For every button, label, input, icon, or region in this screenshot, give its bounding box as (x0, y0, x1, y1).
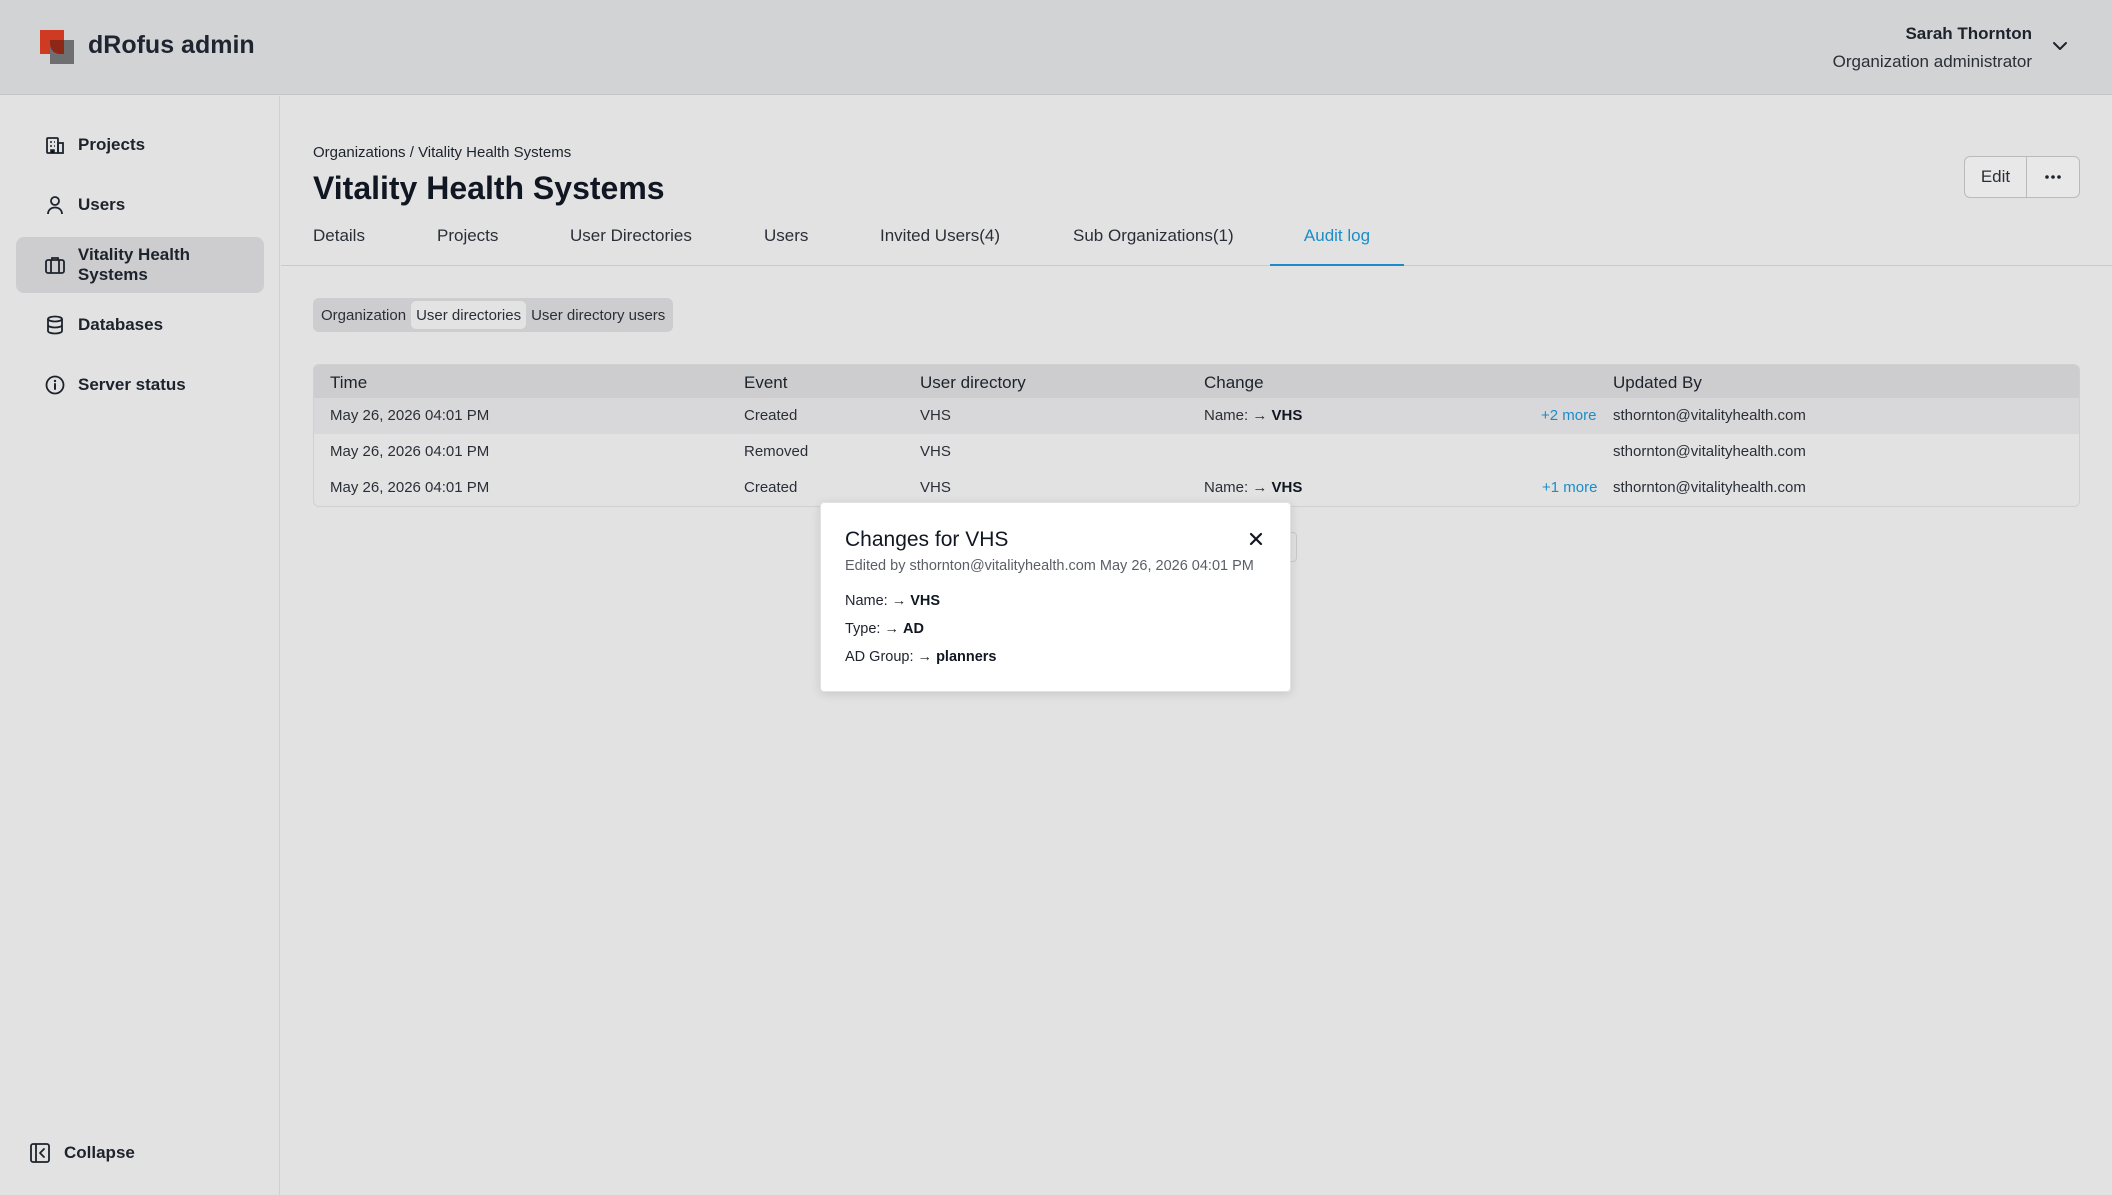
sidebar-item-vitality-health-systems[interactable]: Vitality Health Systems (16, 237, 264, 293)
breadcrumb-separator: / (405, 144, 419, 161)
tab-bar: Details Projects User Directories Users … (281, 226, 2112, 266)
header-actions: Edit (1964, 156, 2080, 198)
table-row[interactable]: May 26, 2026 04:01 PM Removed VHS sthorn… (314, 434, 2079, 470)
change-key: Name: → (845, 593, 911, 609)
cell-time: May 26, 2026 04:01 PM (330, 479, 490, 496)
breadcrumb-current: Vitality Health Systems (418, 144, 572, 161)
sidebar-item-label: Users (78, 195, 126, 214)
edit-button[interactable]: Edit (1965, 157, 2027, 197)
info-icon (43, 373, 67, 397)
cell-change: Name: → VHS (1204, 479, 1302, 496)
column-header-change[interactable]: Change (1204, 373, 1264, 393)
change-value: planners (936, 649, 997, 665)
change-key: Name: → (1204, 407, 1272, 424)
popover-change-ad-group: AD Group: → planners (845, 649, 997, 665)
user-name[interactable]: Sarah Thornton (1905, 24, 2032, 44)
top-bar: dRofus admin Sarah Thornton Organization… (0, 0, 2112, 95)
cell-event: Created (744, 407, 798, 424)
briefcase-icon (43, 253, 67, 277)
database-icon (43, 313, 67, 337)
cell-directory: VHS (920, 443, 951, 460)
segment-user-directory-users[interactable]: User directory users (526, 301, 670, 329)
change-key: Name: → (1204, 479, 1272, 496)
tab-sub-organizations[interactable]: Sub Organizations(1) (1073, 226, 1234, 266)
tab-projects[interactable]: Projects (437, 226, 498, 266)
change-value: VHS (1271, 479, 1303, 496)
app-title: dRofus admin (88, 31, 255, 59)
column-header-user-directory[interactable]: User directory (920, 373, 1026, 393)
breadcrumb-organizations[interactable]: Organizations (313, 144, 406, 161)
column-header-time[interactable]: Time (330, 373, 367, 393)
user-role[interactable]: Organization administrator (1833, 52, 2032, 72)
breadcrumb: Organizations / Vitality Health Systems (313, 144, 571, 161)
drofus-logo-icon (40, 30, 74, 64)
more-changes-link[interactable]: +2 more (1541, 407, 1596, 424)
column-header-event[interactable]: Event (744, 373, 787, 393)
change-value: VHS (1271, 407, 1303, 424)
audit-log-table: Time Event User directory Change Updated… (313, 364, 2080, 507)
column-header-updated-by[interactable]: Updated By (1613, 373, 1702, 393)
more-changes-link[interactable]: +1 more (1542, 479, 1597, 496)
sidebar-item-databases[interactable]: Databases (16, 297, 264, 353)
popover-subtitle: Edited by sthornton@vitalityhealth.com M… (845, 558, 1254, 574)
sidebar-item-label: Projects (78, 135, 146, 154)
sidebar: Projects Users Vitality Health Systems D… (0, 96, 280, 1195)
sidebar-item-server-status[interactable]: Server status (16, 357, 264, 413)
change-key: Type: → (845, 621, 904, 637)
table-row[interactable]: May 26, 2026 04:01 PM Created VHS Name: … (314, 470, 2079, 506)
tab-user-directories[interactable]: User Directories (570, 226, 692, 266)
change-key: AD Group: → (845, 649, 937, 665)
collapse-sidebar-icon (28, 1141, 52, 1165)
cell-updated-by: sthornton@vitalityhealth.com (1613, 443, 1806, 460)
segment-organization[interactable]: Organization (316, 301, 411, 329)
popover-title: Changes for VHS (845, 528, 1009, 551)
chevron-down-icon[interactable] (2050, 36, 2070, 56)
cell-updated-by: sthornton@vitalityhealth.com (1613, 479, 1806, 496)
user-icon (43, 193, 67, 217)
sidebar-item-projects[interactable]: Projects (16, 117, 264, 173)
cell-time: May 26, 2026 04:01 PM (330, 407, 490, 424)
tab-details[interactable]: Details (313, 226, 365, 266)
changes-popover: Changes for VHS Edited by sthornton@vita… (820, 502, 1291, 692)
collapse-button[interactable]: Collapse (28, 1141, 135, 1165)
cell-directory: VHS (920, 479, 951, 496)
cell-time: May 26, 2026 04:01 PM (330, 443, 490, 460)
sidebar-item-label: Server status (78, 375, 186, 394)
change-value: AD (903, 621, 924, 637)
tab-invited-users[interactable]: Invited Users(4) (880, 226, 1000, 266)
popover-change-name: Name: → VHS (845, 593, 940, 609)
tab-users[interactable]: Users (764, 226, 808, 266)
cell-updated-by: sthornton@vitalityhealth.com (1613, 407, 1806, 424)
cell-event: Removed (744, 443, 809, 460)
cell-directory: VHS (920, 407, 951, 424)
audit-log-filter: Organization User directories User direc… (313, 298, 674, 332)
more-options-button[interactable] (2027, 157, 2079, 197)
tab-audit-log[interactable]: Audit log (1270, 226, 1404, 266)
page-title: Vitality Health Systems (313, 170, 665, 206)
cell-event: Created (744, 479, 798, 496)
ellipsis-icon (2045, 175, 2061, 179)
sidebar-item-label: Databases (78, 315, 164, 334)
change-value: VHS (910, 593, 941, 609)
close-icon[interactable] (1246, 529, 1266, 549)
sidebar-item-label: Vitality Health Systems (77, 245, 191, 284)
table-header: Time Event User directory Change Updated… (314, 365, 2079, 398)
building-icon (43, 133, 67, 157)
sidebar-item-users[interactable]: Users (16, 177, 264, 233)
popover-change-type: Type: → AD (845, 621, 924, 637)
collapse-label: Collapse (64, 1143, 135, 1162)
segment-user-directories[interactable]: User directories (411, 301, 527, 329)
cell-change: Name: → VHS (1204, 407, 1302, 424)
table-row[interactable]: May 26, 2026 04:01 PM Created VHS Name: … (314, 398, 2079, 434)
